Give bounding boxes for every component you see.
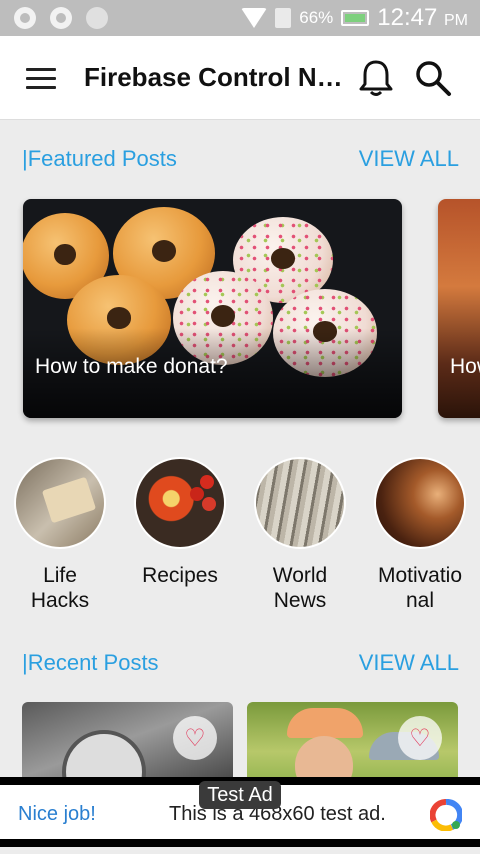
- featured-view-all-button[interactable]: VIEW ALL: [359, 146, 459, 172]
- category-label: Motivatio nal: [360, 563, 480, 613]
- wifi-icon: [241, 8, 268, 28]
- notification-dot-icon: [14, 7, 36, 29]
- category-label: World News: [240, 563, 360, 613]
- status-bar-left-icons: [14, 7, 108, 29]
- category-motivational[interactable]: Motivatio nal: [360, 457, 480, 613]
- heart-outline-icon[interactable]: ♡: [398, 716, 442, 760]
- clock-ampm: PM: [444, 12, 468, 29]
- bell-icon[interactable]: [358, 58, 394, 98]
- app-title: Firebase Control News App: [84, 62, 346, 92]
- category-label-line: Hacks: [30, 589, 90, 612]
- ring-notification-icon: [50, 7, 72, 29]
- category-image: [134, 457, 226, 549]
- ad-choices-logo-icon[interactable]: [430, 799, 462, 831]
- status-bar-right: 66% 12:47 PM: [241, 4, 468, 32]
- status-bar: 66% 12:47 PM: [0, 0, 480, 36]
- sim-icon: [275, 8, 292, 28]
- featured-card-caption: How: [450, 355, 480, 378]
- featured-card[interactable]: How: [438, 199, 480, 418]
- category-label-line: Recipes: [142, 564, 218, 587]
- category-label-line: Life: [43, 564, 77, 587]
- heart-outline-icon[interactable]: ♡: [173, 716, 217, 760]
- featured-card-caption: How to make donat?: [35, 355, 228, 378]
- category-image: [254, 457, 346, 549]
- recent-view-all-button[interactable]: VIEW ALL: [359, 650, 459, 676]
- category-label-line: News: [273, 589, 327, 612]
- recent-posts-title: |Recent Posts: [22, 650, 159, 675]
- menu-icon[interactable]: [26, 68, 56, 90]
- category-image: [14, 457, 106, 549]
- category-label: Life Hacks: [0, 563, 120, 613]
- test-ad-badge: Test Ad: [199, 781, 281, 809]
- app-bar: Firebase Control News App: [0, 36, 480, 120]
- category-world-news[interactable]: World News: [240, 457, 360, 613]
- clock: 12:47 PM: [377, 4, 468, 32]
- clock-time: 12:47: [377, 4, 438, 31]
- category-life-hacks[interactable]: Life Hacks: [0, 457, 120, 613]
- featured-posts-title: |Featured Posts: [22, 146, 177, 171]
- category-image: [374, 457, 466, 549]
- ad-cta[interactable]: Nice job!: [18, 803, 96, 826]
- category-label-line: Motivatio: [377, 564, 463, 587]
- category-recipes[interactable]: Recipes: [120, 457, 240, 588]
- battery-charging-icon: [341, 10, 370, 26]
- featured-card[interactable]: How to make donat?: [23, 199, 402, 418]
- category-label-line: nal: [405, 589, 435, 612]
- battery-percent: 66%: [299, 8, 334, 27]
- circle-status-icon: [86, 7, 108, 29]
- category-label-line: World: [272, 564, 328, 587]
- category-label: Recipes: [120, 563, 240, 588]
- search-icon[interactable]: [414, 58, 452, 98]
